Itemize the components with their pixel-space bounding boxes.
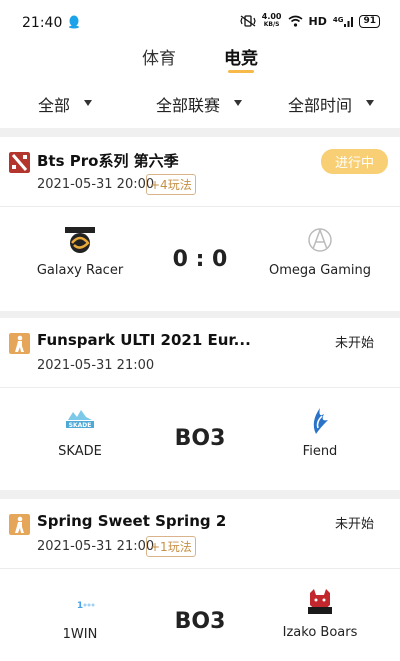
filter-time[interactable]: 全部时间 bbox=[288, 92, 375, 116]
mute-vibrate-icon bbox=[240, 15, 256, 27]
signal-bars-icon bbox=[344, 16, 354, 27]
plays-badge[interactable]: +4玩法 bbox=[146, 174, 196, 195]
hd-indicator: HD bbox=[308, 14, 327, 28]
status-indicators: 4.00 KB/S HD 4G 91 bbox=[240, 13, 380, 29]
status-badge-upcoming: 未开始 bbox=[334, 336, 374, 351]
away-team[interactable]: Izako Boars bbox=[265, 587, 375, 640]
csgo-icon bbox=[9, 333, 30, 354]
fiend-logo bbox=[313, 408, 328, 434]
tab-esports[interactable]: 电竞 bbox=[224, 44, 258, 69]
izako-boars-logo bbox=[308, 589, 332, 614]
match-card[interactable]: Spring Sweet Spring 2 2021-05-31 21:00 +… bbox=[0, 499, 400, 661]
signal-label: 4G bbox=[332, 15, 344, 24]
league-name: Bts Pro系列 第六季 bbox=[37, 152, 179, 170]
active-tab-indicator bbox=[228, 70, 254, 73]
battery-indicator: 91 bbox=[359, 14, 380, 28]
filter-league-label: 全部联赛 bbox=[156, 96, 221, 115]
match-header: Bts Pro系列 第六季 2021-05-31 20:00 +4玩法 进行中 bbox=[0, 137, 400, 207]
filter-bar: 全部 全部联赛 全部时间 bbox=[0, 88, 400, 120]
away-team[interactable]: Fiend bbox=[265, 406, 375, 459]
net-speed: 4.00 KB/S bbox=[262, 13, 282, 29]
league-name: Spring Sweet Spring 2 bbox=[37, 512, 227, 530]
match-card[interactable]: Funspark ULTI 2021 Eur... 2021-05-31 21:… bbox=[0, 318, 400, 492]
screen: 21:40 4.00 KB/S HD 4G 91 体育 电竞 全部 全部联赛 全… bbox=[0, 0, 400, 661]
match-card[interactable]: Bts Pro系列 第六季 2021-05-31 20:00 +4玩法 进行中 … bbox=[0, 137, 400, 311]
chevron-down-icon bbox=[366, 100, 375, 106]
away-team-name: Omega Gaming bbox=[268, 263, 372, 278]
chevron-down-icon bbox=[84, 100, 93, 106]
filter-all-label: 全部 bbox=[38, 96, 71, 115]
filter-time-label: 全部时间 bbox=[288, 96, 353, 115]
match-time: 2021-05-31 21:00 bbox=[37, 358, 155, 373]
net-speed-value: 4.00 bbox=[261, 12, 282, 21]
plays-badge[interactable]: +1玩法 bbox=[146, 536, 196, 557]
status-badge-live: 进行中 bbox=[320, 149, 388, 174]
chevron-down-icon bbox=[234, 100, 243, 106]
omega-gaming-logo bbox=[308, 227, 332, 252]
signal-indicator: 4G bbox=[333, 16, 354, 27]
csgo-icon bbox=[9, 514, 30, 535]
tab-sports[interactable]: 体育 bbox=[142, 44, 176, 69]
match-time: 2021-05-31 20:00 bbox=[37, 177, 155, 192]
match-body: SKADE SKADE BO3 Fiend bbox=[0, 388, 400, 492]
category-tabs: 体育 电竞 bbox=[0, 40, 400, 80]
status-time: 21:40 bbox=[22, 15, 63, 31]
match-body: 1 1WIN BO3 Izako Boars bbox=[0, 569, 400, 661]
filter-all[interactable]: 全部 bbox=[38, 92, 93, 116]
away-team[interactable]: Omega Gaming bbox=[265, 225, 375, 278]
match-header: Funspark ULTI 2021 Eur... 2021-05-31 21:… bbox=[0, 318, 400, 388]
away-team-name: Fiend bbox=[302, 444, 338, 459]
match-time: 2021-05-31 21:00 bbox=[37, 539, 155, 554]
status-badge-upcoming: 未开始 bbox=[334, 517, 374, 532]
match-body: Galaxy Racer 0 : 0 Omega Gaming bbox=[0, 207, 400, 311]
dota2-icon bbox=[9, 152, 30, 173]
match-header: Spring Sweet Spring 2 2021-05-31 21:00 +… bbox=[0, 499, 400, 569]
filter-league[interactable]: 全部联赛 bbox=[156, 92, 243, 116]
away-team-name: Izako Boars bbox=[282, 625, 358, 640]
wifi-icon bbox=[288, 15, 302, 27]
league-name: Funspark ULTI 2021 Eur... bbox=[37, 331, 251, 349]
qq-notification-icon bbox=[69, 15, 79, 29]
net-speed-unit: KB/S bbox=[263, 21, 280, 28]
